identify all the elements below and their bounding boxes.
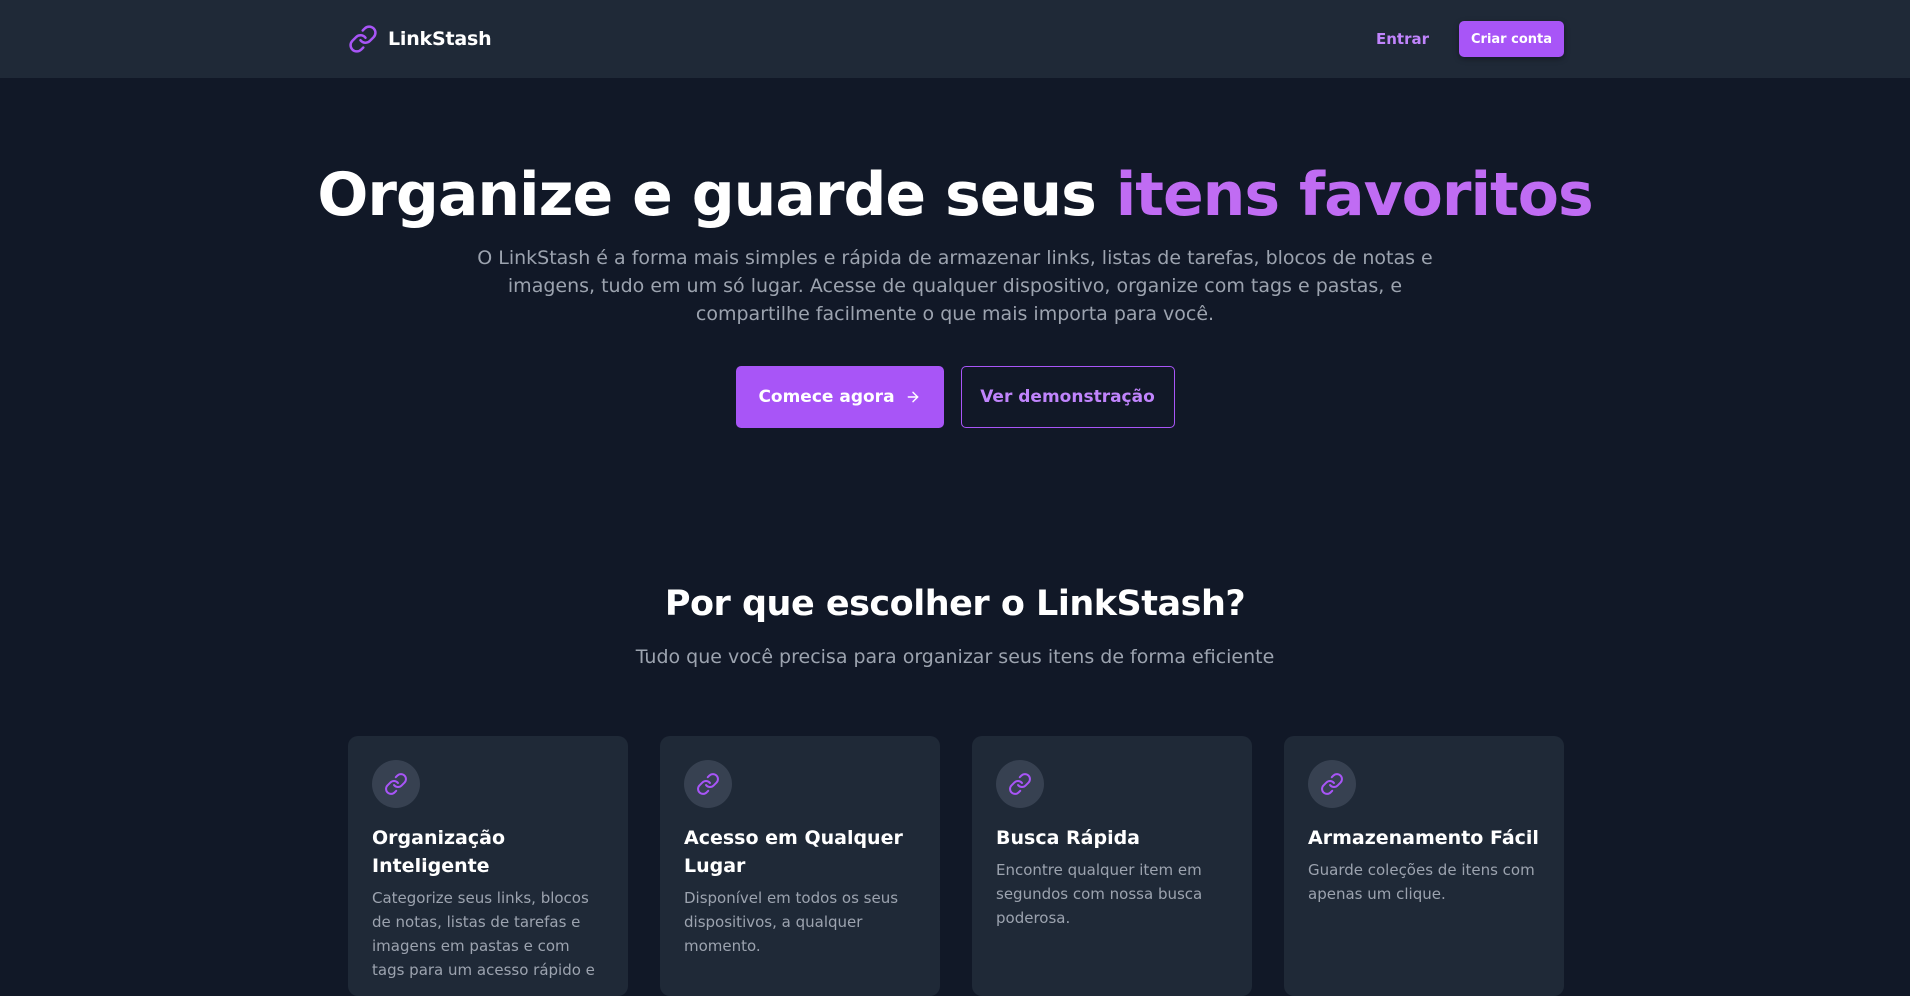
feature-text: Categorize seus links, blocos de notas, … [372, 889, 595, 979]
features-title: Por que escolher o LinkStash? [664, 584, 1246, 624]
feature-card: Armazenamento Fácil Guarde coleções de i… [1284, 736, 1564, 996]
login-link[interactable]: Entrar [1376, 30, 1429, 48]
feature-text: Disponível em todos os seus dispositivos… [684, 889, 899, 955]
arrow-right-icon [907, 391, 918, 403]
hero-title-main: Organize e guarde seus [317, 160, 1116, 230]
link-icon [1321, 773, 1343, 795]
feature-text: Encontre qualquer item em segundos com n… [996, 861, 1203, 927]
brand-name: LinkStash [388, 28, 492, 50]
link-icon [349, 25, 377, 53]
hero-buttons: Comece agora Ver demonstração [0, 366, 1910, 428]
link-icon [385, 773, 407, 795]
link-icon [1009, 773, 1031, 795]
navbar-inner: LinkStash Entrar Criar conta [348, 0, 1564, 78]
navbar: LinkStash Entrar Criar conta [0, 0, 1910, 78]
feature-icon-wrap [1308, 760, 1356, 808]
feature-title: Organização Inteligente [372, 827, 505, 877]
link-icon [697, 773, 719, 795]
hero-description: O LinkStash é a forma mais simples e ráp… [477, 247, 1433, 325]
hero-title-accent: itens favoritos [1115, 160, 1594, 230]
feature-title: Acesso em Qualquer Lugar [684, 827, 903, 877]
features-subtitle: Tudo que você precisa para organizar seu… [635, 646, 1275, 668]
demo-button[interactable]: Ver demonstração [960, 366, 1175, 428]
hero-title: Organize e guarde seus itens favoritos [0, 160, 1910, 230]
nav-actions: Entrar Criar conta [1376, 21, 1564, 57]
feature-card: Busca Rápida Encontre qualquer item em s… [972, 736, 1252, 996]
feature-icon-wrap [684, 760, 732, 808]
feature-icon-wrap [996, 760, 1044, 808]
feature-icon-wrap [372, 760, 420, 808]
feature-text: Guarde coleções de itens com apenas um c… [1308, 861, 1535, 903]
feature-cards: Organização Inteligente Categorize seus … [348, 736, 1564, 996]
signup-button[interactable]: Criar conta [1459, 21, 1564, 57]
feature-card: Organização Inteligente Categorize seus … [348, 736, 628, 996]
feature-title: Busca Rápida [996, 827, 1141, 849]
get-started-label: Comece agora [758, 387, 895, 407]
brand-logo[interactable]: LinkStash [348, 24, 492, 54]
feature-card: Acesso em Qualquer Lugar Disponível em t… [660, 736, 940, 996]
get-started-button[interactable]: Comece agora [735, 366, 944, 428]
feature-title: Armazenamento Fácil [1308, 827, 1539, 849]
